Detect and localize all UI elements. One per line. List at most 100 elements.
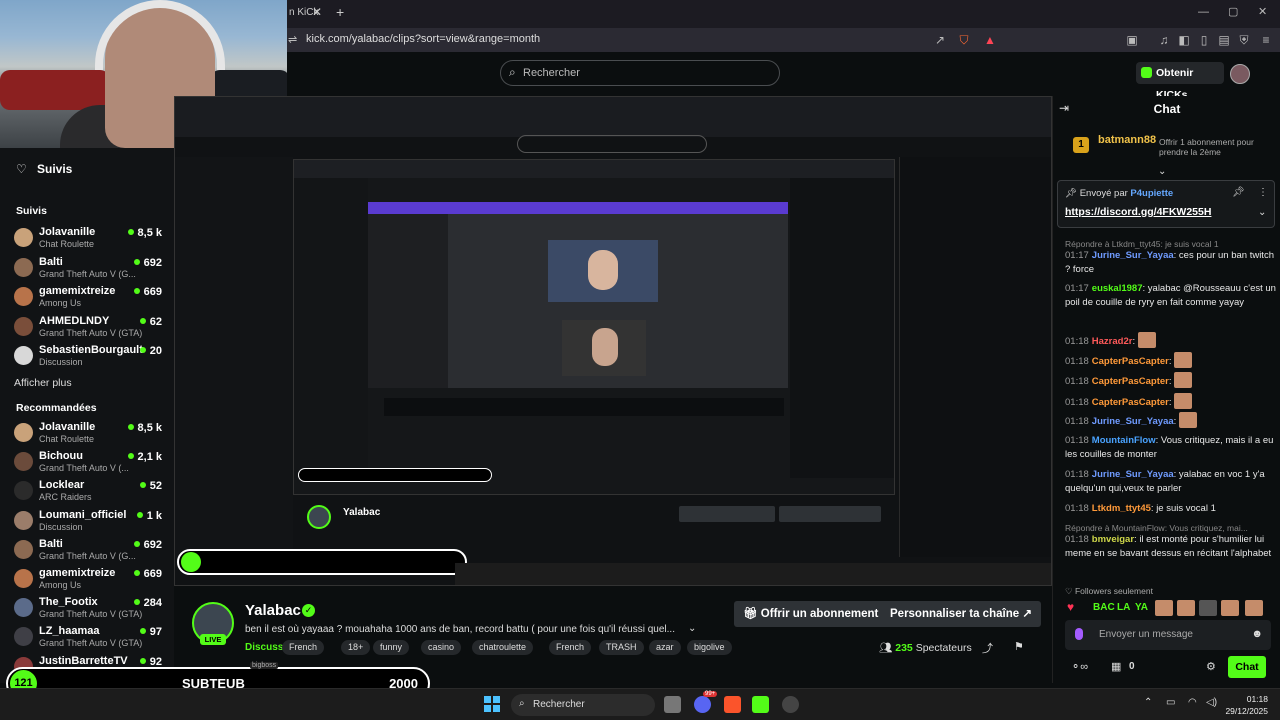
sidebar-item-jolavanille[interactable]: Jolavanille Chat Roulette 8,5 k bbox=[14, 225, 164, 251]
discord-icon[interactable] bbox=[694, 696, 711, 713]
sidebar-item-locklear[interactable]: Locklear ARC Raiders 52 bbox=[14, 478, 164, 504]
wifi-icon[interactable]: ◠ bbox=[1188, 697, 1197, 708]
close-window-icon[interactable]: ✕ bbox=[1258, 5, 1267, 18]
close-tab-icon[interactable]: ✕ bbox=[312, 5, 322, 19]
expand-icon[interactable]: ⌄ bbox=[1158, 166, 1166, 177]
emote[interactable] bbox=[1199, 600, 1217, 616]
site-info-icon[interactable]: ⇌ bbox=[288, 33, 297, 46]
message-user[interactable]: Ltkdm_ttyt45 bbox=[1092, 503, 1151, 514]
new-tab-icon[interactable]: + bbox=[336, 4, 344, 20]
sidebar-item-gamemixtreize[interactable]: gamemixtreize Among Us 669 bbox=[14, 284, 164, 310]
sidebar-item-jolavanille[interactable]: Jolavanille Chat Roulette 8,5 k bbox=[14, 420, 164, 446]
user-avatar[interactable] bbox=[1230, 64, 1250, 84]
emote[interactable] bbox=[1221, 600, 1239, 616]
volume-icon[interactable]: ◁) bbox=[1206, 697, 1217, 708]
heart-emote[interactable]: ♥ bbox=[1067, 600, 1074, 614]
message-user[interactable]: euskal1987 bbox=[1092, 283, 1143, 294]
sidebar-item-bichouu[interactable]: Bichouu Grand Theft Auto V (... 2,1 k bbox=[14, 449, 164, 475]
emote[interactable] bbox=[1174, 372, 1193, 388]
chat-input[interactable]: Envoyer un message ☻ bbox=[1065, 620, 1271, 650]
chevron-down-icon[interactable]: ⌄ bbox=[1258, 207, 1266, 218]
sidebar-item-lz_haamaa[interactable]: LZ_haamaa Grand Theft Auto V (GTA) 97 bbox=[14, 624, 164, 650]
message-user[interactable]: CapterPasCapter bbox=[1092, 356, 1169, 367]
expand-title-icon[interactable]: ⌄ bbox=[688, 623, 696, 634]
stream-tag[interactable]: bigolive bbox=[687, 640, 732, 655]
taskbar-search[interactable]: ⌕ Rechercher bbox=[511, 694, 655, 716]
wallet-icon[interactable]: ▤ bbox=[1216, 32, 1232, 48]
message-user[interactable]: CapterPasCapter bbox=[1092, 376, 1169, 387]
message-user[interactable]: Jurine_Sur_Yayaa bbox=[1092, 469, 1174, 480]
sidebar-item-the_footix[interactable]: The_Footix Grand Theft Auto V (GTA) 284 bbox=[14, 595, 164, 621]
watch-party-icon[interactable]: ⚬∞ bbox=[1071, 660, 1088, 673]
screenshot-icon[interactable]: ▣ bbox=[1124, 32, 1140, 48]
obs-icon[interactable] bbox=[782, 696, 799, 713]
stream-tag[interactable]: 18+ bbox=[341, 640, 371, 655]
message-user[interactable]: MountainFlow bbox=[1092, 435, 1156, 446]
gift-sub-button[interactable]: 🎁︎ Offrir un abonnement bbox=[734, 601, 888, 627]
menu-icon[interactable]: ≡ bbox=[1258, 32, 1274, 48]
brave-shield-icon[interactable]: ⛉ bbox=[956, 32, 972, 48]
show-more-link[interactable]: Afficher plus bbox=[14, 377, 72, 389]
points-icon[interactable]: ▦ bbox=[1111, 660, 1121, 673]
sidebar-item-sebastienbourgault[interactable]: SebastienBourgault Discussion 20 bbox=[14, 343, 164, 369]
message-user[interactable]: Jurine_Sur_Yayaa bbox=[1092, 416, 1174, 427]
stream-tag[interactable]: chatroulette bbox=[472, 640, 534, 655]
customize-channel-button[interactable]: Personnaliser ta chaîne ↗ bbox=[881, 601, 1041, 627]
task-view-icon[interactable] bbox=[664, 696, 681, 713]
emote[interactable] bbox=[1178, 412, 1197, 428]
sidebar-item-balti[interactable]: Balti Grand Theft Auto V (G... 692 bbox=[14, 537, 164, 563]
emote-text[interactable]: BAC bbox=[1093, 602, 1115, 613]
unpin-icon[interactable]: 📌︎ bbox=[1232, 187, 1245, 198]
bookmark-icon[interactable]: ▯ bbox=[1196, 32, 1212, 48]
stream-tag[interactable]: French bbox=[282, 640, 325, 655]
stream-tag[interactable]: French bbox=[549, 640, 592, 655]
streamer-name[interactable]: Yalabac bbox=[245, 602, 301, 619]
sidebar-item-gamemixtreize[interactable]: gamemixtreize Among Us 669 bbox=[14, 566, 164, 592]
report-icon[interactable]: ⚑ bbox=[1014, 640, 1024, 653]
emote[interactable] bbox=[1174, 352, 1193, 368]
message-user[interactable]: Hazrad2r bbox=[1092, 336, 1133, 347]
system-clock[interactable]: 01:18 29/12/2025 bbox=[1225, 693, 1268, 717]
stream-tag[interactable]: TRASH bbox=[599, 640, 644, 655]
tray-chevron-icon[interactable]: ⌃ bbox=[1144, 697, 1152, 708]
brave-icon[interactable] bbox=[724, 696, 741, 713]
emoji-icon[interactable]: ☻ bbox=[1251, 628, 1263, 640]
sidebar-item-balti[interactable]: Balti Grand Theft Auto V (G... 692 bbox=[14, 255, 164, 281]
mic-icon[interactable] bbox=[1075, 628, 1083, 640]
send-chat-button[interactable]: Chat bbox=[1228, 656, 1266, 678]
emote[interactable] bbox=[1245, 600, 1263, 616]
share-icon[interactable]: ⤴ bbox=[982, 640, 993, 656]
search-input[interactable]: ⌕ Rechercher bbox=[500, 60, 780, 86]
maximize-icon[interactable]: ▢ bbox=[1228, 5, 1238, 18]
message-user[interactable]: bmveigar bbox=[1092, 534, 1134, 545]
emote[interactable] bbox=[1137, 332, 1156, 348]
pinned-by-user[interactable]: P4upiette bbox=[1130, 188, 1173, 199]
get-kicks-button[interactable]: Obtenir KICKs bbox=[1136, 62, 1224, 101]
more-icon[interactable]: ⋮ bbox=[1258, 187, 1268, 198]
emote[interactable] bbox=[1174, 393, 1193, 409]
share-icon[interactable]: ↗ bbox=[932, 32, 948, 48]
settings-icon[interactable]: ⚙ bbox=[1206, 660, 1216, 673]
minimize-icon[interactable]: — bbox=[1198, 6, 1209, 18]
message-user[interactable]: Jurine_Sur_Yayaa bbox=[1092, 250, 1174, 261]
vpn-icon[interactable]: ⛨ bbox=[1236, 32, 1252, 48]
pinned-link[interactable]: https://discord.gg/4FKW255H bbox=[1065, 206, 1211, 218]
media-icon[interactable]: ♫ bbox=[1156, 32, 1172, 48]
sidebar-icon[interactable]: ◧ bbox=[1176, 32, 1192, 48]
sidebar-item-loumani_officiel[interactable]: Loumani_officiel Discussion 1 k bbox=[14, 508, 164, 534]
sidebar-item-ahmedlndy[interactable]: AHMEDLNDY Grand Theft Auto V (GTA) 62 bbox=[14, 314, 164, 340]
stream-tag[interactable]: funny bbox=[373, 640, 410, 655]
windows-start-icon[interactable] bbox=[484, 696, 500, 712]
video-player[interactable]: Yalabac bbox=[174, 96, 1052, 586]
gifter-name[interactable]: batmann88 bbox=[1098, 134, 1156, 146]
message-user[interactable]: CapterPasCapter bbox=[1092, 397, 1169, 408]
emote-text[interactable]: LA bbox=[1117, 602, 1130, 613]
brave-rewards-icon[interactable]: ▲ bbox=[982, 32, 998, 48]
stream-tag[interactable]: azar bbox=[649, 640, 681, 655]
emote-text[interactable]: YA bbox=[1135, 602, 1148, 613]
follows-title[interactable]: Suivis bbox=[37, 162, 72, 176]
network-icon[interactable]: ▭ bbox=[1166, 697, 1175, 708]
kick-icon[interactable] bbox=[752, 696, 769, 713]
emote[interactable] bbox=[1155, 600, 1173, 616]
stream-tag[interactable]: casino bbox=[421, 640, 462, 655]
